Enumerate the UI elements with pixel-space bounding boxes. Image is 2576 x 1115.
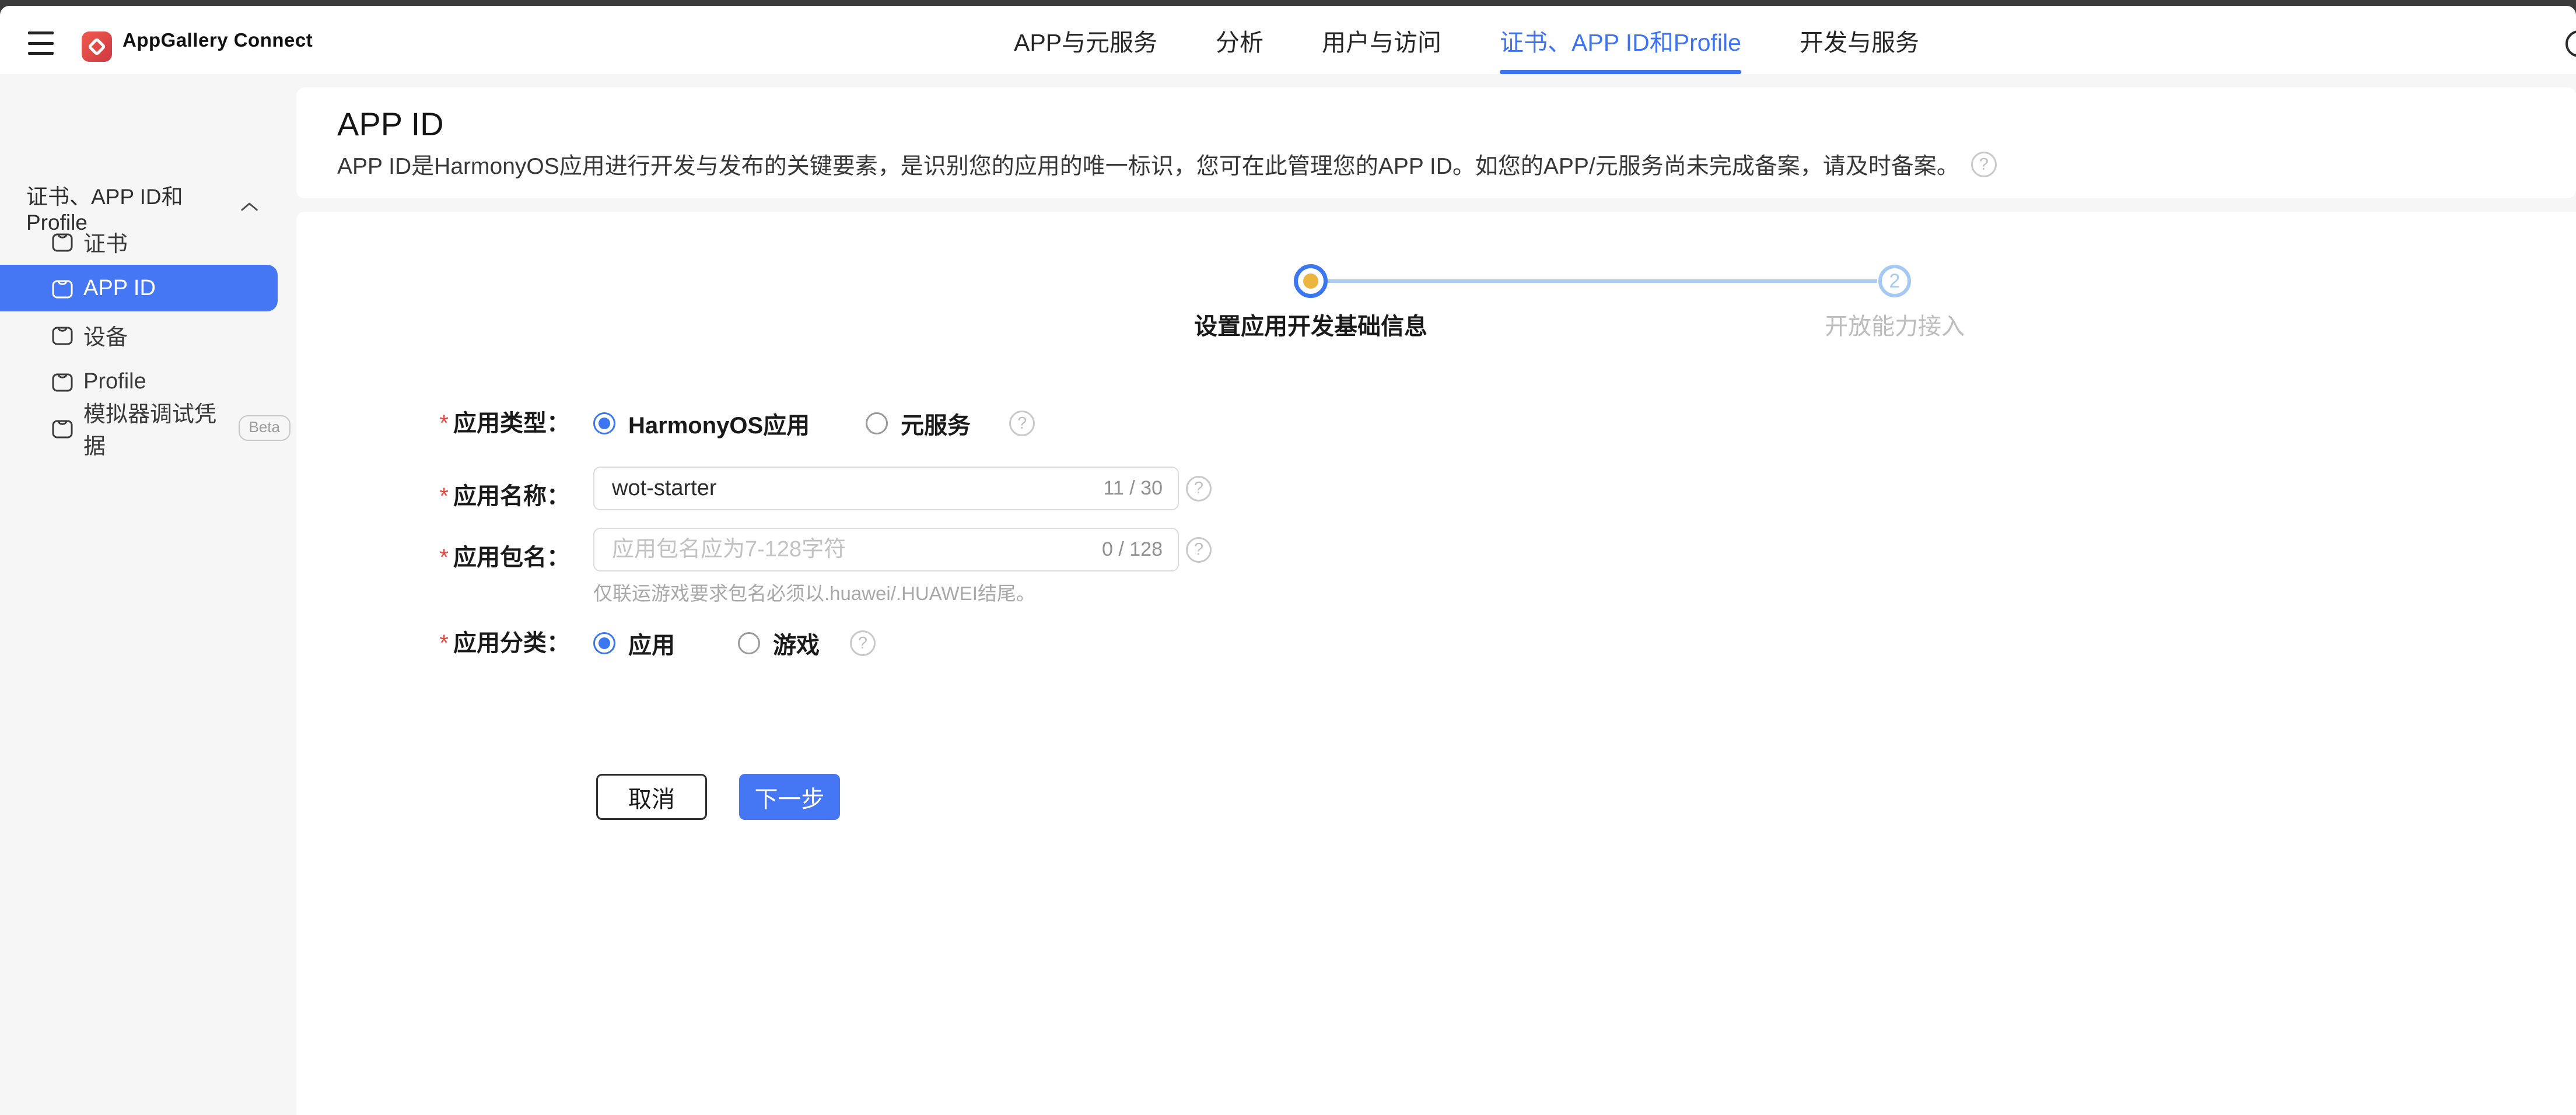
app-type-label: *应用类型： (296, 410, 570, 437)
required-asterisk: * (439, 483, 449, 509)
sidebar-items: 证书 APP ID 设备 Profile 模拟器调试凭据 Beta (0, 218, 290, 451)
app-bag-icon (50, 369, 75, 394)
package-name-input[interactable] (593, 528, 1179, 571)
brand-title: AppGallery Connect (123, 6, 313, 74)
tab-analytics[interactable]: 分析 (1216, 6, 1264, 74)
app-name-help-icon[interactable]: ? (1186, 476, 1212, 502)
sidebar-item-appid[interactable]: APP ID (0, 265, 278, 311)
sidebar-item-emulator-credentials[interactable]: 模拟器调试凭据 Beta (0, 405, 290, 451)
stepper-step1-dot (1303, 274, 1318, 289)
page-title: APP ID (337, 105, 444, 143)
app-header: AppGallery Connect APP与元服务 分析 用户与访问 证书、A… (0, 6, 2576, 74)
stepper-step2-label: 开放能力接入 (1720, 307, 2070, 341)
radio-category-game[interactable] (738, 632, 760, 654)
appgallery-logo-icon[interactable] (82, 31, 112, 62)
stepper-step2-circle: 2 (1878, 265, 1911, 297)
radio-category-app[interactable] (593, 632, 615, 654)
radio-atomic-service[interactable] (866, 412, 888, 434)
cancel-button[interactable]: 取消 (596, 774, 707, 820)
app-bag-icon (50, 275, 75, 301)
stepper-step1-label: 设置应用开发基础信息 (1136, 307, 1486, 341)
top-nav: APP与元服务 分析 用户与访问 证书、APP ID和Profile 开发与服务 (1014, 6, 1919, 74)
tab-certificates-appid-profile[interactable]: 证书、APP ID和Profile (1500, 6, 1741, 74)
app-type-help-icon[interactable]: ? (1009, 411, 1035, 436)
required-asterisk: * (439, 630, 449, 656)
sidebar: 证书、APP ID和Profile 证书 APP ID 设备 Profile 模… (0, 74, 290, 1115)
required-asterisk: * (439, 545, 449, 570)
category-help-icon[interactable]: ? (850, 630, 876, 656)
radio-category-app-label[interactable]: 应用 (628, 626, 675, 660)
package-name-label: *应用包名： (296, 536, 570, 580)
tab-develop-services[interactable]: 开发与服务 (1800, 6, 1919, 74)
page-intro-panel: APP ID APP ID是HarmonyOS应用进行开发与发布的关键要素，是识… (296, 87, 2576, 198)
user-icon[interactable] (2566, 30, 2576, 57)
sidebar-item-devices[interactable]: 设备 (0, 311, 290, 358)
radio-category-game-label[interactable]: 游戏 (773, 626, 820, 660)
beta-badge: Beta (239, 415, 291, 440)
radio-harmonyos-app-label[interactable]: HarmonyOS应用 (628, 406, 810, 440)
app-name-input[interactable] (593, 467, 1179, 510)
required-asterisk: * (439, 411, 449, 436)
next-step-button[interactable]: 下一步 (739, 774, 840, 820)
tab-app-services[interactable]: APP与元服务 (1014, 6, 1157, 74)
tab-users-access[interactable]: 用户与访问 (1322, 6, 1441, 74)
app-bag-icon (50, 322, 75, 348)
radio-harmonyos-app[interactable] (593, 412, 615, 434)
sidebar-item-certificates[interactable]: 证书 (0, 218, 290, 265)
stepper-connector (1328, 279, 1877, 283)
radio-atomic-service-label[interactable]: 元服务 (901, 406, 971, 440)
category-label: *应用分类： (296, 630, 570, 657)
active-tab-underline (1500, 70, 1741, 74)
page-description: APP ID是HarmonyOS应用进行开发与发布的关键要素，是识别您的应用的唯… (337, 148, 1959, 181)
appid-form-card: 2 设置应用开发基础信息 开放能力接入 *应用类型： HarmonyOS应用 元… (296, 212, 2576, 1115)
app-name-label: *应用名称： (296, 475, 570, 518)
stepper-step1-circle (1294, 264, 1328, 298)
app-bag-icon (50, 415, 75, 441)
help-icon[interactable]: ? (1971, 152, 1997, 177)
hamburger-menu-icon[interactable] (28, 31, 54, 55)
package-name-hint: 仅联运游戏要求包名必须以.huawei/.HUAWEI结尾。 (593, 578, 1035, 606)
package-name-help-icon[interactable]: ? (1186, 537, 1212, 563)
app-bag-icon (50, 229, 75, 254)
chevron-up-icon (239, 201, 260, 213)
